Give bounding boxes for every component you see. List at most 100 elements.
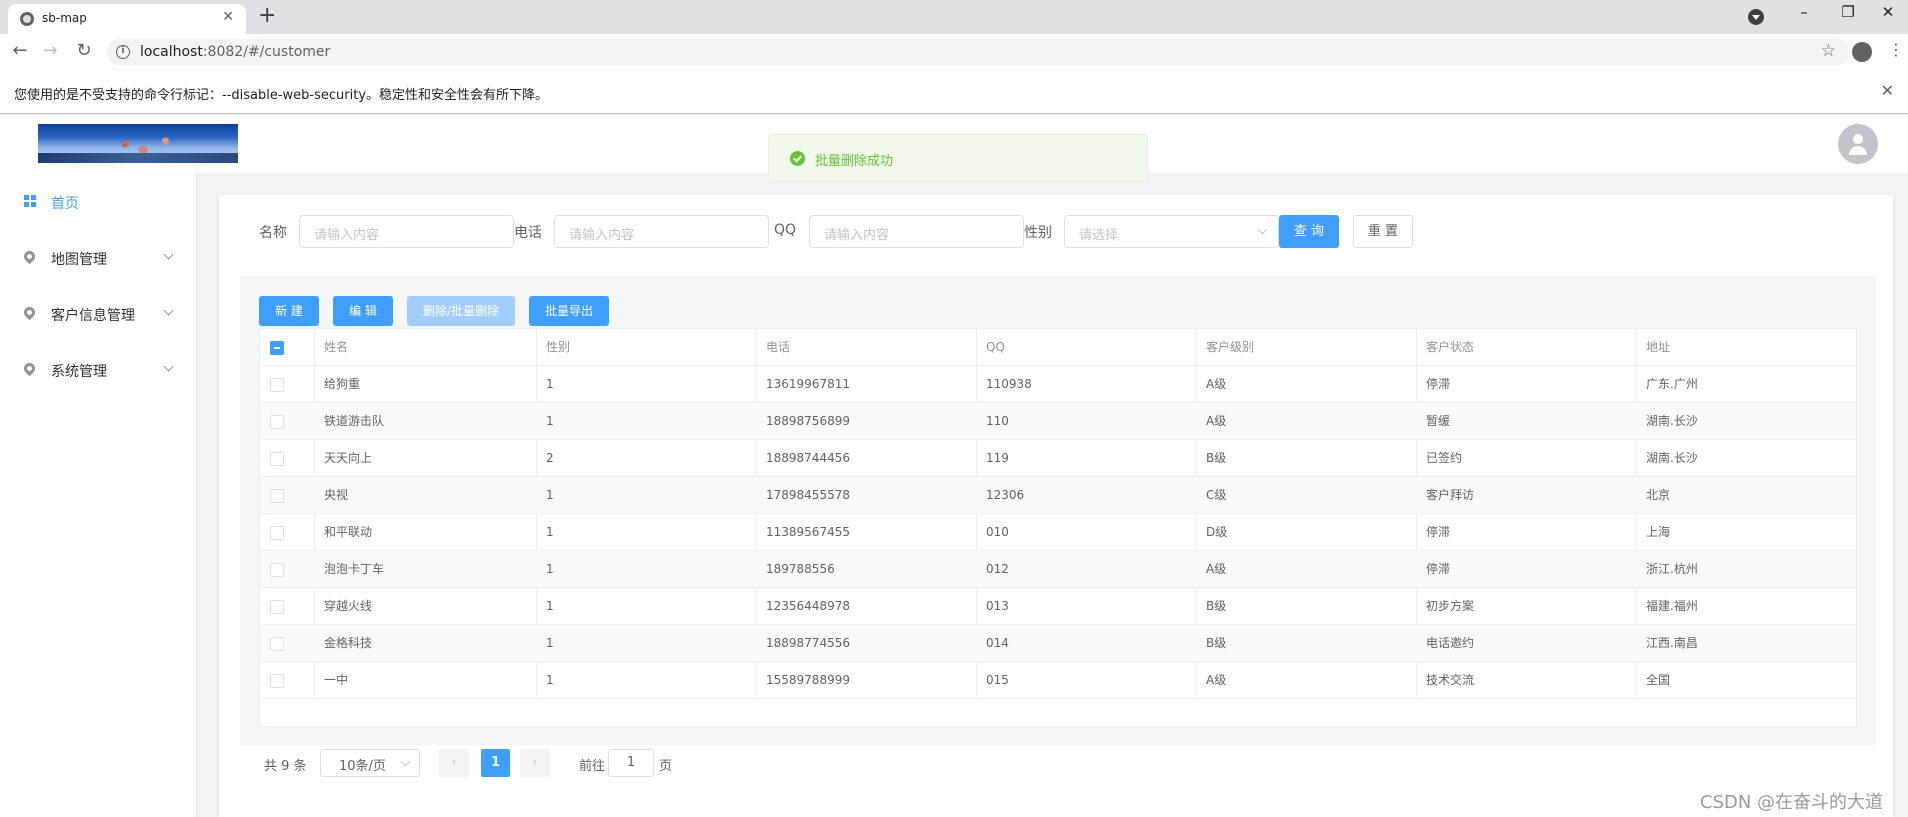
infobar-close-icon[interactable]: ✕ (1881, 81, 1894, 100)
cell-status: 停滞 (1426, 525, 1451, 539)
sidebar-item-customer-management[interactable]: 客户信息管理 (0, 285, 196, 341)
new-button[interactable]: 新 建 (259, 296, 319, 326)
name-label: 名称 (259, 225, 287, 241)
cell-status: 停滞 (1426, 562, 1451, 576)
prev-page-button[interactable]: ‹ (439, 749, 469, 777)
row-checkbox[interactable] (270, 600, 284, 614)
cell-status: 电话邀约 (1426, 636, 1475, 650)
address-bar[interactable]: i localhost:8082/#/customer ☆ (106, 39, 1850, 65)
sidebar-item-label: 系统管理 (51, 364, 107, 380)
goto-prefix: 前往 (579, 759, 606, 774)
edit-button[interactable]: 编 辑 (333, 296, 393, 326)
table-row[interactable]: 泡泡卡丁车 1 189788556 012 A级 停滞 浙江.杭州 (260, 551, 1856, 588)
bookmark-star-icon[interactable]: ☆ (1821, 41, 1836, 61)
cell-phone: 12356448978 (766, 599, 850, 613)
row-checkbox[interactable] (270, 489, 284, 503)
back-arrow-icon[interactable]: ← (8, 40, 32, 61)
cell-name: 泡泡卡丁车 (324, 562, 385, 576)
cell-qq: 012 (986, 562, 1009, 576)
cell-level: A级 (1206, 377, 1227, 391)
restore-button[interactable]: ❐ (1828, 3, 1868, 21)
sidebar-item-map-management[interactable]: 地图管理 (0, 229, 196, 285)
minimize-button[interactable]: – (1784, 3, 1824, 21)
user-avatar-icon[interactable] (1838, 124, 1878, 164)
cell-phone: 11389567455 (766, 525, 850, 539)
cell-address: 北京 (1646, 488, 1671, 502)
reset-button[interactable]: 重 置 (1353, 215, 1413, 248)
cell-address: 湖南.长沙 (1646, 414, 1698, 428)
row-checkbox[interactable] (270, 526, 284, 540)
cell-name: 穿越火线 (324, 599, 373, 613)
cell-phone: 18898774556 (766, 636, 850, 650)
batch-delete-button[interactable]: 删除/批量删除 (407, 296, 515, 326)
tab-search-icon[interactable] (1748, 9, 1764, 25)
chevron-down-icon (1257, 224, 1268, 235)
next-page-button[interactable]: › (520, 749, 550, 777)
row-checkbox[interactable] (270, 563, 284, 577)
goto-page-input[interactable]: 1 (608, 749, 654, 777)
sidebar-item-home[interactable]: 首页 (0, 173, 196, 229)
row-checkbox[interactable] (270, 637, 284, 651)
cell-address: 浙江.杭州 (1646, 562, 1698, 576)
cell-status: 停滞 (1426, 377, 1451, 391)
cell-status: 客户拜访 (1426, 488, 1475, 502)
cell-level: B级 (1206, 636, 1227, 650)
table-row[interactable]: 穿越火线 1 12356448978 013 B级 初步方案 福建.福州 (260, 588, 1856, 625)
qq-input[interactable]: 请输入内容 (809, 215, 1024, 248)
table-row[interactable]: 给狗重 1 13619967811 110938 A级 停滞 广东.广州 (260, 366, 1856, 403)
cell-qq: 010 (986, 525, 1009, 539)
info-icon[interactable]: i (116, 45, 130, 59)
cell-qq: 013 (986, 599, 1009, 613)
cell-phone: 17898455578 (766, 488, 850, 502)
page-size-select[interactable]: 10条/页 (320, 749, 420, 777)
header-name: 姓名 (324, 340, 349, 354)
sidebar-item-label: 地图管理 (51, 252, 107, 268)
reload-icon[interactable]: ↻ (72, 40, 96, 61)
cell-address: 广东.广州 (1646, 377, 1698, 391)
table-row[interactable]: 天天向上 2 18898744456 119 B级 已签约 湖南.长沙 (260, 440, 1856, 477)
tab-title: sb-map (42, 11, 87, 25)
table-row[interactable]: 金格科技 1 18898774556 014 B级 电话邀约 江西.南昌 (260, 625, 1856, 662)
table-row[interactable]: 央视 1 17898455578 12306 C级 客户拜访 北京 (260, 477, 1856, 514)
row-checkbox[interactable] (270, 415, 284, 429)
window-close-button[interactable]: ✕ (1868, 3, 1908, 21)
cell-gender: 1 (546, 562, 554, 576)
phone-input[interactable]: 请输入内容 (554, 215, 769, 248)
forward-arrow-icon[interactable]: → (38, 40, 62, 61)
table-header-row: 姓名 性别 电话 QQ 客户级别 客户状态 地址 (260, 329, 1856, 366)
menu-kebab-icon[interactable]: ⋮ (1888, 40, 1904, 59)
browser-tab-bar: sb-map ✕ + – ❐ ✕ (0, 0, 1908, 34)
row-checkbox[interactable] (270, 452, 284, 466)
warning-infobar: 您使用的是不受支持的命令行标记：--disable-web-security。稳… (0, 70, 1908, 114)
row-checkbox[interactable] (270, 674, 284, 688)
chevron-down-icon (163, 249, 174, 260)
browser-tab[interactable]: sb-map ✕ (8, 4, 246, 34)
cell-gender: 2 (546, 451, 554, 465)
row-checkbox[interactable] (270, 378, 284, 392)
sidebar-item-label: 客户信息管理 (51, 308, 135, 324)
logo-image (38, 124, 238, 163)
cell-phone: 13619967811 (766, 377, 850, 391)
check-circle-icon (790, 151, 805, 166)
table-row[interactable]: 和平联动 1 11389567455 010 D级 停滞 上海 (260, 514, 1856, 551)
table-row[interactable]: 铁道游击队 1 18898756899 110 A级 暂缓 湖南.长沙 (260, 403, 1856, 440)
profile-icon[interactable] (1852, 42, 1872, 62)
new-tab-button[interactable]: + (258, 5, 276, 27)
cell-name: 和平联动 (324, 525, 373, 539)
sidebar-item-system-management[interactable]: 系统管理 (0, 341, 196, 397)
cell-name: 天天向上 (324, 451, 373, 465)
page-number-current[interactable]: 1 (481, 749, 510, 777)
globe-icon (20, 12, 34, 26)
cell-name: 金格科技 (324, 636, 373, 650)
tab-close-icon[interactable]: ✕ (222, 9, 234, 25)
batch-export-button[interactable]: 批量导出 (529, 296, 609, 326)
select-all-checkbox[interactable] (270, 341, 284, 355)
toast-message: 批量删除成功 (815, 154, 894, 169)
cell-address: 全国 (1646, 673, 1671, 687)
header-status: 客户状态 (1426, 340, 1475, 354)
table-row[interactable]: 一中 1 15589788999 015 A级 技术交流 全国 (260, 662, 1856, 699)
query-button[interactable]: 查 询 (1279, 215, 1339, 248)
cell-phone: 189788556 (766, 562, 835, 576)
name-input[interactable]: 请输入内容 (299, 215, 514, 248)
gender-select[interactable]: 请选择 (1064, 215, 1279, 248)
